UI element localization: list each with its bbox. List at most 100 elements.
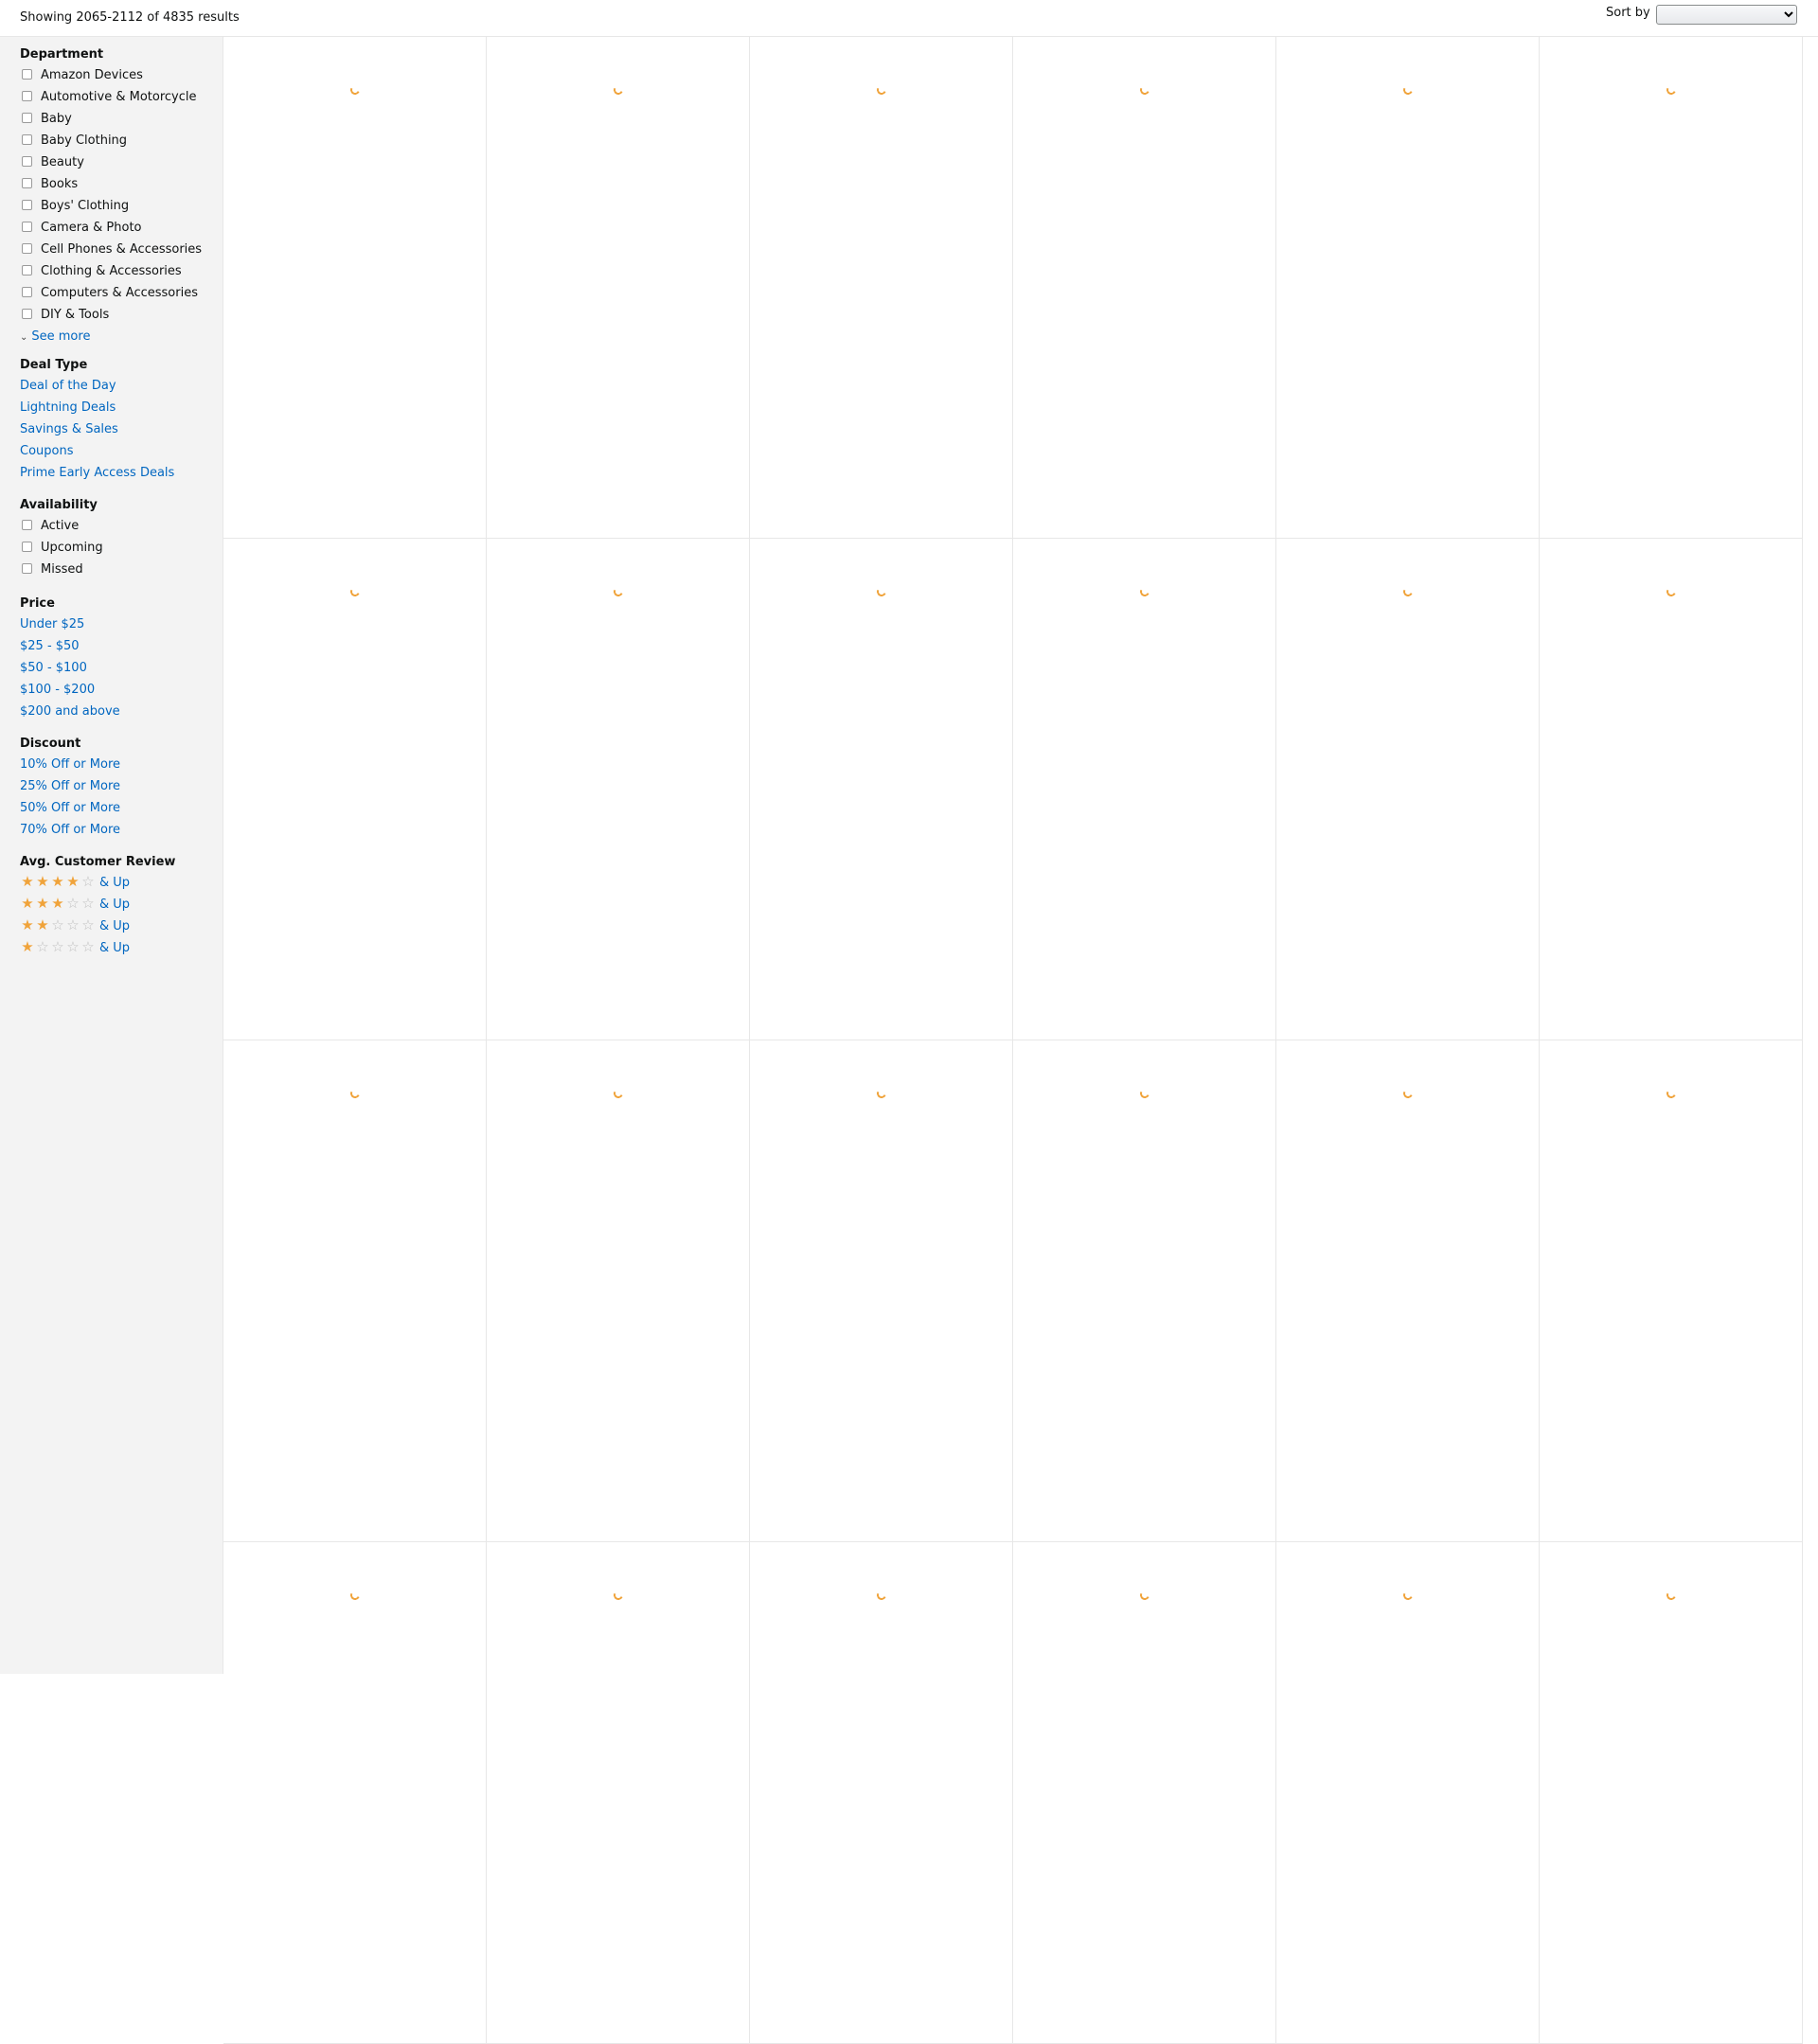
department-item[interactable]: DIY & Tools (20, 304, 219, 326)
deal-tile[interactable] (1013, 1542, 1276, 2044)
department-title: Department (20, 47, 104, 62)
star-empty-icon: ☆ (51, 916, 64, 933)
deal-type-title: Deal Type (20, 358, 88, 372)
deal-tile[interactable] (487, 37, 750, 539)
deal-tile[interactable] (750, 539, 1013, 1040)
deal-type-link[interactable]: Prime Early Access Deals (20, 462, 219, 484)
availability-facet: Availability Active Upcoming Missed (20, 496, 219, 580)
price-link[interactable]: $50 - $100 (20, 657, 219, 679)
loading-spinner-icon (1401, 1087, 1414, 1100)
deal-type-link[interactable]: Deal of the Day (20, 375, 219, 397)
deal-tile[interactable] (750, 1040, 1013, 1542)
checkbox[interactable] (22, 221, 32, 232)
checkbox[interactable] (22, 155, 32, 167)
discount-link[interactable]: 70% Off or More (20, 819, 219, 841)
loading-spinner-icon (1138, 1589, 1150, 1602)
see-more-link[interactable]: ⌄ See more (20, 328, 219, 347)
deal-type-facet: Deal Type Deal of the Day Lightning Deal… (20, 356, 219, 484)
deal-tile[interactable] (750, 1542, 1013, 2044)
deal-tile[interactable] (1540, 37, 1803, 539)
checkbox[interactable] (22, 541, 32, 552)
department-label: Clothing & Accessories (41, 264, 182, 278)
deal-tile[interactable] (223, 37, 487, 539)
discount-link[interactable]: 50% Off or More (20, 797, 219, 819)
availability-item[interactable]: Active (20, 515, 219, 537)
department-item[interactable]: Beauty (20, 151, 219, 173)
checkbox[interactable] (22, 264, 32, 275)
review-filter-label: & Up (99, 898, 131, 912)
loading-spinner-icon (1665, 1589, 1677, 1602)
price-link[interactable]: Under $25 (20, 613, 219, 635)
checkbox[interactable] (22, 519, 32, 530)
deal-tile[interactable] (1013, 539, 1276, 1040)
price-link[interactable]: $100 - $200 (20, 679, 219, 701)
department-item[interactable]: Baby Clothing (20, 130, 219, 151)
checkbox[interactable] (22, 112, 32, 123)
deal-tile[interactable] (1540, 1040, 1803, 1542)
deal-tile[interactable] (487, 539, 750, 1040)
checkbox[interactable] (22, 562, 32, 574)
deal-tile[interactable] (223, 539, 487, 1040)
checkbox[interactable] (22, 308, 32, 319)
deal-tile[interactable] (1276, 1040, 1540, 1542)
star-filled-icon: ★ (51, 895, 64, 912)
price-link[interactable]: $200 and above (20, 701, 219, 722)
deal-tile[interactable] (223, 1040, 487, 1542)
deal-tile[interactable] (1540, 539, 1803, 1040)
checkbox[interactable] (22, 199, 32, 210)
deal-tile[interactable] (223, 1542, 487, 2044)
review-filter-link[interactable]: ★ ★ ★ ★ ☆ & Up (20, 872, 219, 894)
star-rating: ★ ★ ☆ ☆ ☆ (20, 915, 96, 937)
checkbox[interactable] (22, 68, 32, 80)
deal-tile[interactable] (1540, 1542, 1803, 2044)
deal-type-link[interactable]: Coupons (20, 440, 219, 462)
deal-tile[interactable] (1276, 539, 1540, 1040)
deal-tile[interactable] (1276, 37, 1540, 539)
checkbox[interactable] (22, 177, 32, 188)
deal-tile[interactable] (1276, 1542, 1540, 2044)
review-filter-label: & Up (99, 941, 131, 955)
department-item[interactable]: Computers & Accessories (20, 282, 219, 304)
deal-tile[interactable] (1013, 1040, 1276, 1542)
loading-spinner-icon (348, 1589, 361, 1602)
star-empty-icon: ☆ (81, 938, 95, 955)
department-item[interactable]: Camera & Photo (20, 217, 219, 239)
review-filter-link[interactable]: ★ ★ ★ ☆ ☆ & Up (20, 894, 219, 915)
star-filled-icon: ★ (36, 873, 49, 890)
star-filled-icon: ★ (21, 895, 34, 912)
discount-link[interactable]: 10% Off or More (20, 754, 219, 775)
availability-item[interactable]: Upcoming (20, 537, 219, 559)
department-item[interactable]: Clothing & Accessories (20, 260, 219, 282)
availability-item[interactable]: Missed (20, 559, 219, 580)
loading-spinner-icon (875, 83, 887, 97)
deal-type-link[interactable]: Savings & Sales (20, 418, 219, 440)
department-facet: Department Amazon Devices Automotive & M… (20, 45, 219, 347)
checkbox[interactable] (22, 242, 32, 254)
price-link[interactable]: $25 - $50 (20, 635, 219, 657)
deal-tile[interactable] (750, 37, 1013, 539)
department-item[interactable]: Cell Phones & Accessories (20, 239, 219, 260)
department-item[interactable]: Boys' Clothing (20, 195, 219, 217)
star-empty-icon: ☆ (66, 916, 80, 933)
department-label: Cell Phones & Accessories (41, 242, 203, 257)
deal-tile[interactable] (1013, 37, 1276, 539)
sort-by-select[interactable] (1656, 5, 1797, 25)
discount-facet: Discount 10% Off or More 25% Off or More… (20, 735, 219, 841)
checkbox[interactable] (22, 133, 32, 145)
discount-link[interactable]: 25% Off or More (20, 775, 219, 797)
department-item[interactable]: Amazon Devices (20, 64, 219, 86)
department-item[interactable]: Baby (20, 108, 219, 130)
loading-spinner-icon (1138, 585, 1150, 598)
review-filter-link[interactable]: ★ ☆ ☆ ☆ ☆ & Up (20, 937, 219, 959)
deal-tile[interactable] (487, 1542, 750, 2044)
checkbox[interactable] (22, 286, 32, 297)
review-filter-label: & Up (99, 919, 131, 933)
deal-tile[interactable] (487, 1040, 750, 1542)
department-item[interactable]: Automotive & Motorcycle (20, 86, 219, 108)
checkbox[interactable] (22, 90, 32, 101)
department-item[interactable]: Books (20, 173, 219, 195)
review-facet: Avg. Customer Review ★ ★ ★ ★ ☆ & Up ★ ★ ★ ☆ ☆ & Up ★… (20, 853, 219, 959)
deal-type-link[interactable]: Lightning Deals (20, 397, 219, 418)
loading-spinner-icon (1665, 1087, 1677, 1100)
review-filter-link[interactable]: ★ ★ ☆ ☆ ☆ & Up (20, 915, 219, 937)
